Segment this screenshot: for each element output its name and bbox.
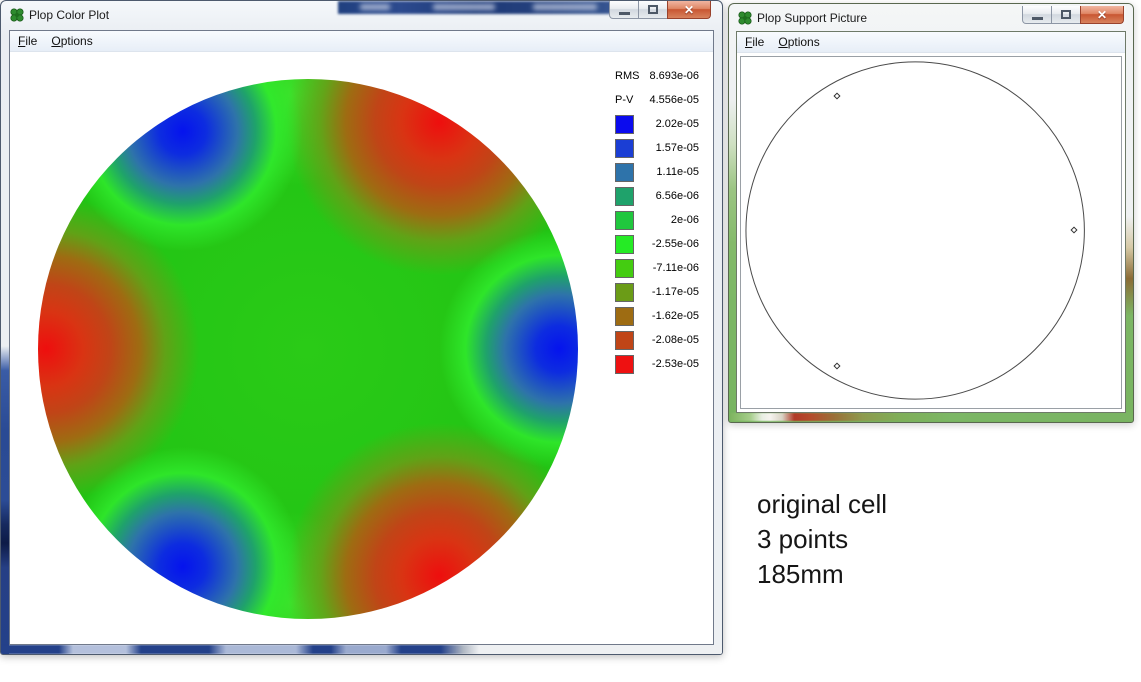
legend-swatch [615,307,634,326]
maximize-icon [648,5,658,14]
menu-file[interactable]: File [745,35,764,49]
legend-value: -2.08e-05 [652,334,699,346]
legend-swatch [615,235,634,254]
caption-buttons: ✕ [609,1,711,19]
window-titlebar[interactable]: Plop Support Picture ✕ [729,4,1133,31]
menubar: File Options [10,31,713,52]
legend-value: 2.02e-05 [656,118,699,130]
close-icon: ✕ [684,3,694,17]
menu-file[interactable]: File [18,34,37,48]
menu-options[interactable]: Options [778,35,819,49]
caption-buttons: ✕ [1022,6,1124,24]
minimize-button[interactable] [609,1,639,19]
legend-row: 2e-06 [615,208,699,232]
desktop: Plop Color Plot ✕ File Options RMS 8.693… [0,0,1141,682]
close-icon: ✕ [1097,8,1107,22]
minimize-icon [1032,17,1043,20]
legend-row: -2.55e-06 [615,232,699,256]
legend-swatch [615,163,634,182]
bleed-smudge [533,4,597,10]
legend-row: 6.56e-06 [615,184,699,208]
bleed-smudge [360,4,390,10]
legend-value: 2e-06 [671,214,699,226]
legend-value: 1.11e-05 [656,166,699,178]
annotation-line-2: 3 points [757,522,887,557]
bleed-smudge [433,4,495,10]
frame-bleed-bottom [730,413,1132,421]
support-picture-window: Plop Support Picture ✕ File Options [728,3,1134,423]
legend-swatch [615,211,634,230]
legend-row: -1.62e-05 [615,304,699,328]
mirror-outline [741,57,1121,408]
plop-clover-icon [737,10,753,26]
legend-swatch [615,355,634,374]
legend-value: -1.17e-05 [652,286,699,298]
legend-swatch [615,283,634,302]
deformation-color-plot [38,79,578,619]
legend-value: 1.57e-05 [656,142,699,154]
plot-canvas: RMS 8.693e-06 P-V 4.556e-05 2.02e-05 1.57… [10,52,713,644]
legend-row: -2.08e-05 [615,328,699,352]
menubar: File Options [737,32,1125,53]
desktop-bleed-decoration [338,1,622,14]
legend-value: -7.11e-06 [653,262,699,274]
close-button[interactable]: ✕ [1080,6,1124,24]
pv-label: P-V [615,94,633,106]
legend-swatch [615,139,634,158]
legend-row: 1.57e-05 [615,136,699,160]
maximize-button[interactable] [639,1,667,19]
legend-swatch [615,259,634,278]
plop-clover-icon [9,7,25,23]
annotation-text: original cell 3 points 185mm [757,487,887,592]
legend-row: -7.11e-06 [615,256,699,280]
legend-swatch [615,115,634,134]
window-title: Plop Color Plot [29,8,109,22]
legend-value: -2.53e-05 [652,358,699,370]
frame-bleed-bottom [1,645,722,654]
legend-swatch [615,187,634,206]
minimize-icon [619,12,630,15]
close-button[interactable]: ✕ [667,1,711,19]
mirror-circle [746,62,1084,399]
legend-row: -2.53e-05 [615,352,699,376]
menu-options[interactable]: Options [51,34,92,48]
pv-value: 4.556e-05 [649,94,699,106]
color-plot-window: Plop Color Plot ✕ File Options RMS 8.693… [0,0,723,655]
maximize-button[interactable] [1052,6,1080,24]
minimize-button[interactable] [1022,6,1052,24]
legend-row: 1.11e-05 [615,160,699,184]
legend-scale: 2.02e-05 1.57e-05 1.11e-05 6.56e-06 2e-06 -2.… [615,112,699,376]
support-picture [740,56,1122,409]
annotation-line-1: original cell [757,487,887,522]
legend-value: 6.56e-06 [656,190,699,202]
legend-swatch [615,331,634,350]
legend: RMS 8.693e-06 P-V 4.556e-05 2.02e-05 1.57… [615,64,699,376]
legend-value: -2.55e-06 [652,238,699,250]
legend-row: -1.17e-05 [615,280,699,304]
rms-label: RMS [615,70,639,82]
frame-bleed-left [1,346,9,654]
window-title: Plop Support Picture [757,11,867,25]
maximize-icon [1061,10,1071,19]
frame-bleed-right [1126,4,1133,316]
legend-value: -1.62e-05 [652,310,699,322]
rms-value: 8.693e-06 [649,70,699,82]
legend-row: 2.02e-05 [615,112,699,136]
annotation-line-3: 185mm [757,557,887,592]
